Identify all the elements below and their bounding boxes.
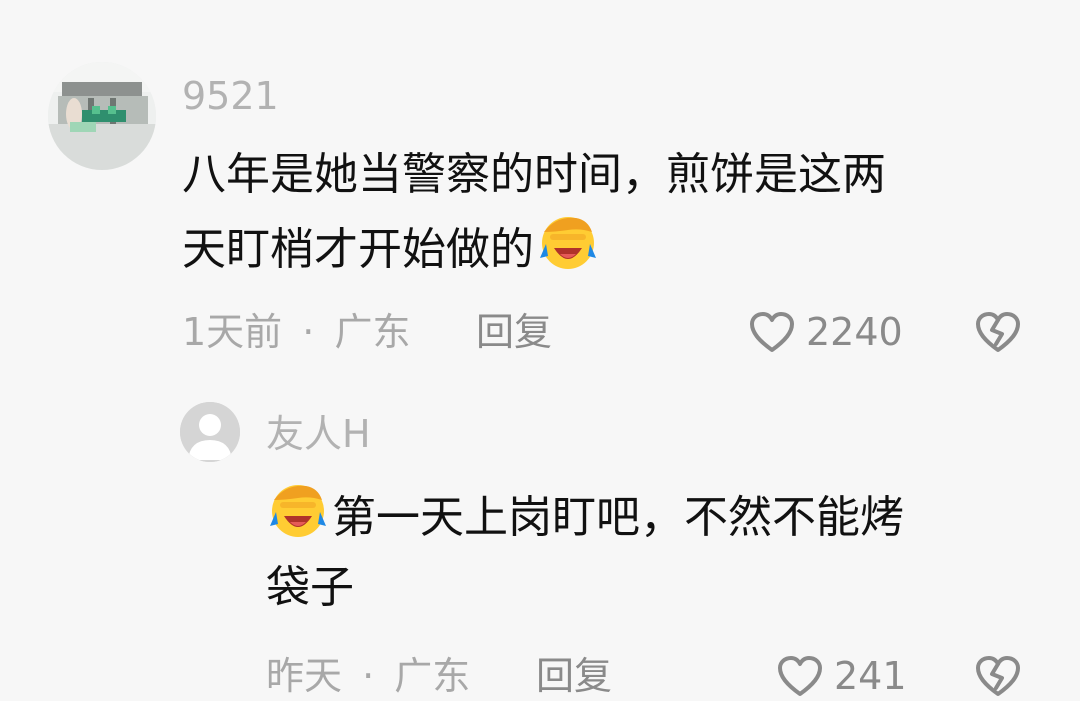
dislike-button[interactable] [974,308,1022,356]
facepalm-crying-emoji-icon [536,210,600,274]
comment-meta: 1天前 · 广东 [182,310,410,354]
username[interactable]: 9521 [182,74,279,118]
comment-text-line: 八年是她当警察的时间，煎饼是这两 [182,149,886,200]
timestamp: 昨天 [266,654,343,698]
comment-thread: 9521 八年是她当警察的时间，煎饼是这两 天盯梢才开始做的 1天前 · 广东 … [0,0,1080,701]
username[interactable]: 友人H [266,412,371,456]
scene-photo-avatar-icon [48,62,156,170]
timestamp: 1天前 [182,310,283,354]
reply-button[interactable]: 回复 [536,654,612,698]
heart-outline-icon [750,312,794,352]
broken-heart-icon [976,656,1020,696]
comment-text: 八年是她当警察的时间，煎饼是这两 天盯梢才开始做的 [182,140,886,285]
comment-text-line: 第一天上岗盯吧，不然不能烤 [266,478,904,553]
dislike-button[interactable] [974,652,1022,700]
comment-text-segment: 天盯梢才开始做的 [182,224,534,275]
like-count: 241 [834,654,907,698]
user-avatar[interactable] [48,62,156,170]
comment-text-line: 天盯梢才开始做的 [182,210,886,285]
comment-text-line: 袋子 [266,562,354,613]
heart-outline-icon [778,656,822,696]
facepalm-crying-emoji-icon [266,478,330,542]
meta-separator: · [302,310,315,354]
like-button[interactable]: 2240 [748,310,903,354]
like-button[interactable]: 241 [776,654,907,698]
comment-meta: 昨天 · 广东 [266,654,470,698]
reply-button[interactable]: 回复 [476,310,552,354]
broken-heart-icon [976,312,1020,352]
like-count: 2240 [806,310,903,354]
user-avatar[interactable] [180,402,240,462]
location: 广东 [334,310,411,354]
meta-separator: · [362,654,375,698]
comment-text: 第一天上岗盯吧，不然不能烤 袋子 [266,478,904,623]
default-user-avatar-icon [180,402,240,462]
location: 广东 [394,654,471,698]
comment-text-segment: 第一天上岗盯吧，不然不能烤 [332,492,904,543]
